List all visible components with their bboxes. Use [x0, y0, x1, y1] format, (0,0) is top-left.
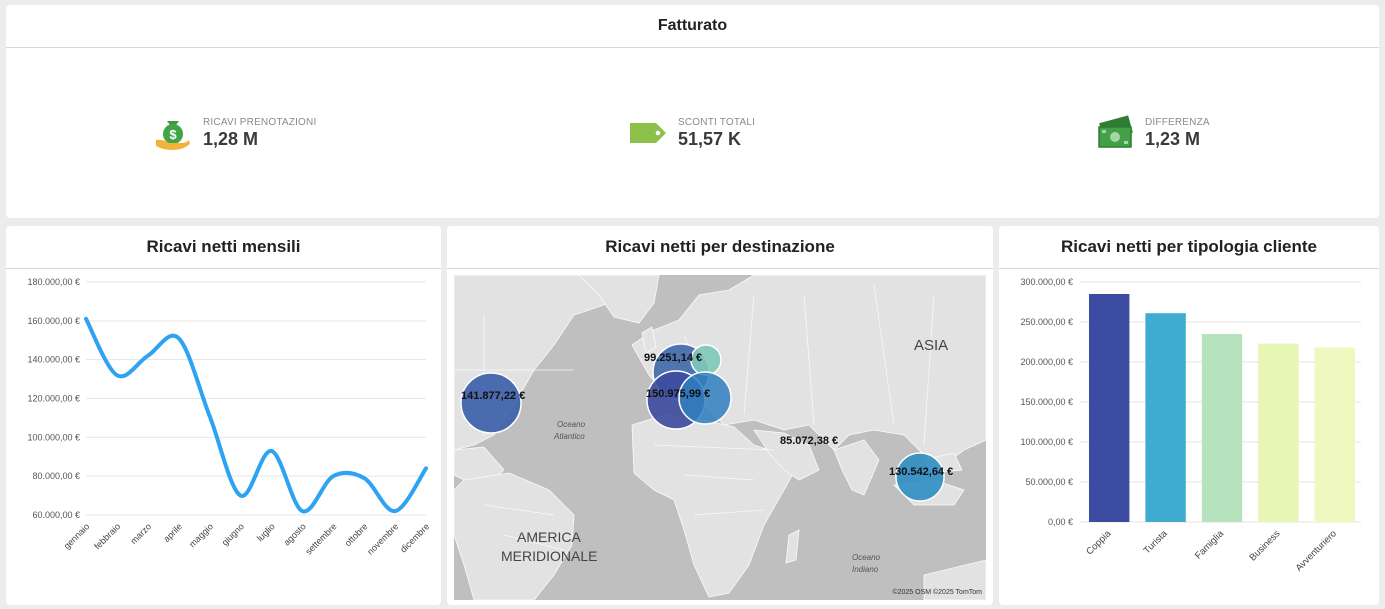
data-point [362, 476, 366, 480]
y-tick-label: 150.000,00 € [1020, 397, 1073, 407]
data-point [331, 474, 335, 478]
map-bubbles [460, 343, 945, 502]
monthly-revenue-chart[interactable]: 180.000,00 € 160.000,00 € 140.000,00 € 120.… [6, 270, 441, 605]
kpi-card: Fatturato $ RICAVI PRENOTAZIONI 1,28 M S… [6, 5, 1379, 218]
client-type-revenue-card: Ricavi netti per tipologia cliente 300.0… [999, 226, 1379, 605]
monthly-revenue-title: Ricavi netti mensili [6, 226, 441, 269]
monthly-revenue-line [84, 316, 428, 514]
x-tick-label: agosto [282, 521, 308, 547]
bar-turista [1145, 313, 1186, 522]
y-tick-label: 250.000,00 € [1020, 317, 1073, 327]
client-type-revenue-title: Ricavi netti per tipologia cliente [999, 226, 1379, 269]
x-tick-label: dicembre [398, 521, 431, 554]
kpi-card-title: Fatturato [6, 5, 1379, 48]
y-tick-label: 160.000,00 € [27, 316, 80, 326]
bubble-usa[interactable] [460, 372, 522, 434]
y-tick-label: 80.000,00 € [32, 471, 80, 481]
x-tick-label: Famiglia [1193, 528, 1227, 562]
bar-avventuriero [1314, 347, 1355, 522]
x-tick-label: novembre [365, 521, 400, 556]
x-tick-label: marzo [128, 521, 153, 546]
data-point [146, 354, 150, 358]
kpi-ricavi-prenotazioni[interactable]: $ RICAVI PRENOTAZIONI 1,28 M [153, 113, 316, 153]
x-tick-label: ottobre [343, 521, 370, 548]
y-tick-label: 120.000,00 € [27, 394, 80, 404]
kpi-value: 1,23 M [1145, 128, 1201, 149]
data-point [115, 373, 119, 377]
map-attribution: ©2025 OSM ©2025 TomTom [892, 589, 982, 596]
data-point [84, 317, 88, 321]
x-tick-label: gennaio [62, 521, 92, 551]
y-tick-label: 180.000,00 € [27, 277, 80, 287]
kpi-label: DIFFERENZA [1145, 116, 1210, 128]
y-tick-label: 140.000,00 € [27, 355, 80, 365]
y-tick-label: 200.000,00 € [1020, 357, 1073, 367]
x-tick-label: luglio [255, 521, 277, 543]
x-tick-label: settembre [303, 521, 338, 556]
data-point [269, 449, 273, 453]
bubble-label: 150.975,99 € [646, 388, 711, 400]
money-bag-hand-icon: $ [153, 113, 193, 153]
kpi-differenza[interactable]: DIFFERENZA 1,23 M [1095, 113, 1210, 153]
y-tick-label: 100.000,00 € [27, 432, 80, 442]
bar-coppia [1089, 294, 1130, 522]
x-tick-label: febbraio [92, 521, 122, 551]
destination-revenue-title: Ricavi netti per destinazione [447, 226, 993, 269]
x-tick-label: Turista [1142, 528, 1171, 557]
data-point [239, 494, 243, 498]
bubble-label: 141.877,22 € [461, 390, 526, 402]
bubble-label: 85.072,38 € [780, 435, 839, 447]
data-point [424, 466, 428, 470]
svg-text:$: $ [169, 127, 177, 142]
data-point [300, 509, 304, 513]
kpi-label: RICAVI PRENOTAZIONI [203, 116, 317, 128]
bubble-label: 99.251,14 € [644, 352, 703, 364]
kpi-label: SCONTI TOTALI [678, 116, 756, 128]
x-tick-label: maggio [187, 521, 215, 549]
x-tick-label: Business [1247, 528, 1282, 563]
x-tick-label: Coppia [1084, 528, 1114, 558]
x-tick-label: aprile [162, 521, 185, 544]
y-tick-label: 0,00 € [1048, 517, 1073, 527]
price-tag-icon [628, 113, 668, 153]
destination-map[interactable]: ASIA Oceano Atlantico AMERICA MERIDIONAL… [454, 275, 986, 600]
bubble-label: 130.542,64 € [889, 466, 954, 478]
x-tick-label: Avventuriero [1294, 528, 1339, 573]
y-tick-label: 60.000,00 € [32, 510, 80, 520]
bar-business [1258, 343, 1299, 522]
x-tick-label: giugno [220, 521, 246, 547]
kpi-value: 51,57 K [678, 128, 742, 149]
y-tick-label: 100.000,00 € [1020, 437, 1073, 447]
banknotes-icon [1095, 113, 1135, 153]
data-point [177, 336, 181, 340]
kpi-value: 1,28 M [203, 128, 259, 149]
y-tick-label: 300.000,00 € [1020, 277, 1073, 287]
monthly-revenue-card: Ricavi netti mensili 180.000,00 € 160.000… [6, 226, 441, 605]
bar-famiglia [1201, 334, 1243, 522]
data-point [208, 414, 212, 418]
kpi-sconti-totali[interactable]: SCONTI TOTALI 51,57 K [628, 113, 755, 153]
client-type-revenue-chart[interactable]: 300.000,00 € 250.000,00 € 200.000,00 € 150.… [999, 270, 1379, 605]
data-point [393, 509, 397, 513]
destination-revenue-card: Ricavi netti per destinazione ASIA Ocean… [447, 226, 993, 605]
y-tick-label: 50.000,00 € [1025, 477, 1073, 487]
